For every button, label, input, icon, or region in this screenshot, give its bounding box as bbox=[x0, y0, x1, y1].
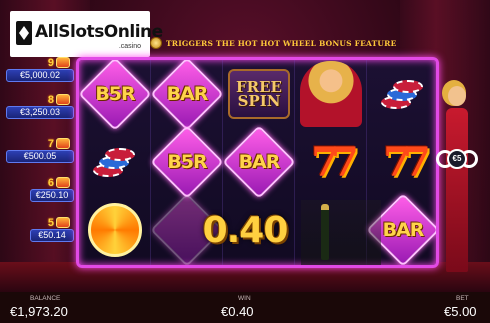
flame-icon bbox=[56, 177, 70, 188]
jackpot-rung: 9 €5,000.02 bbox=[0, 56, 76, 84]
logo-brand: AllSlotsOnline bbox=[35, 22, 163, 42]
jackpot-level: 7 bbox=[47, 137, 54, 150]
symbol-chips bbox=[79, 128, 151, 196]
symbol-chips bbox=[367, 60, 436, 128]
win-amount-display: 0.40 bbox=[202, 210, 289, 251]
hot-wheel-coin-icon bbox=[150, 37, 162, 49]
flame-icon bbox=[56, 57, 70, 68]
jackpot-rung: 7 €500.05 bbox=[0, 137, 76, 165]
logo-suffix: .casino bbox=[118, 43, 141, 50]
diamond-suit-icon bbox=[16, 21, 32, 45]
symbol-seven: 77 bbox=[383, 138, 431, 186]
jackpot-value: €50.14 bbox=[30, 229, 74, 242]
bet-value-badge: €5 bbox=[447, 149, 467, 169]
bet-label: BET bbox=[456, 295, 469, 302]
jackpot-rung: 8 €3,250.03 bbox=[0, 93, 76, 121]
jackpot-level: 8 bbox=[47, 93, 54, 106]
jackpot-value: €5,000.02 bbox=[6, 69, 74, 82]
feature-banner: TRIGGERS THE HOT HOT WHEEL BONUS FEATURE bbox=[150, 36, 397, 50]
symbol-hot-wheel bbox=[79, 196, 151, 264]
presenter-figure bbox=[438, 84, 474, 274]
jackpot-level: 9 bbox=[47, 56, 54, 69]
symbol-free-spin: FREE SPIN bbox=[223, 60, 295, 128]
poker-chips-icon bbox=[379, 76, 427, 112]
bottom-bar: BALANCE €1,973.20 WIN €0.40 BET €5.00 bbox=[0, 292, 490, 323]
reel-column: B5R bbox=[79, 60, 152, 265]
symbol-seven: 77 bbox=[311, 138, 359, 186]
site-logo: AllSlotsOnline .casino bbox=[10, 11, 163, 57]
hot-wheel-icon bbox=[88, 203, 142, 257]
symbol-b5r: B5R bbox=[79, 60, 152, 131]
symbol-bar: BAR bbox=[222, 125, 296, 199]
jackpot-value: €250.10 bbox=[30, 189, 74, 202]
balance-value: €1,973.20 bbox=[10, 304, 68, 319]
flame-icon bbox=[56, 217, 70, 228]
jackpot-level: 5 bbox=[47, 216, 54, 229]
jackpot-value: €500.05 bbox=[6, 150, 74, 163]
lady-icon bbox=[300, 61, 362, 127]
flame-icon bbox=[56, 138, 70, 149]
champagne-scene bbox=[301, 200, 381, 265]
symbol-bar: BAR bbox=[150, 60, 224, 131]
banner-text: TRIGGERS THE HOT HOT WHEEL BONUS FEATURE bbox=[166, 38, 397, 48]
flame-icon bbox=[56, 94, 70, 105]
game-background: AllSlotsOnline .casino TRIGGERS THE HOT … bbox=[0, 0, 490, 323]
bet-spinner-button[interactable]: €5 bbox=[434, 141, 480, 177]
jackpot-rung: 6 €250.10 bbox=[0, 176, 76, 204]
jackpot-level: 6 bbox=[47, 176, 54, 189]
bet-value[interactable]: €5.00 bbox=[444, 304, 477, 319]
poker-chips-icon bbox=[91, 144, 139, 180]
symbol-lady bbox=[295, 60, 367, 128]
champagne-bottle-icon bbox=[321, 204, 329, 260]
win-value: €0.40 bbox=[221, 304, 254, 319]
win-label: WIN bbox=[238, 295, 251, 302]
jackpot-rung: 5 €50.14 bbox=[0, 216, 76, 244]
symbol-b5r: B5R bbox=[150, 125, 224, 199]
jackpot-value: €3,250.03 bbox=[6, 106, 74, 119]
balance-label: BALANCE bbox=[30, 295, 61, 302]
